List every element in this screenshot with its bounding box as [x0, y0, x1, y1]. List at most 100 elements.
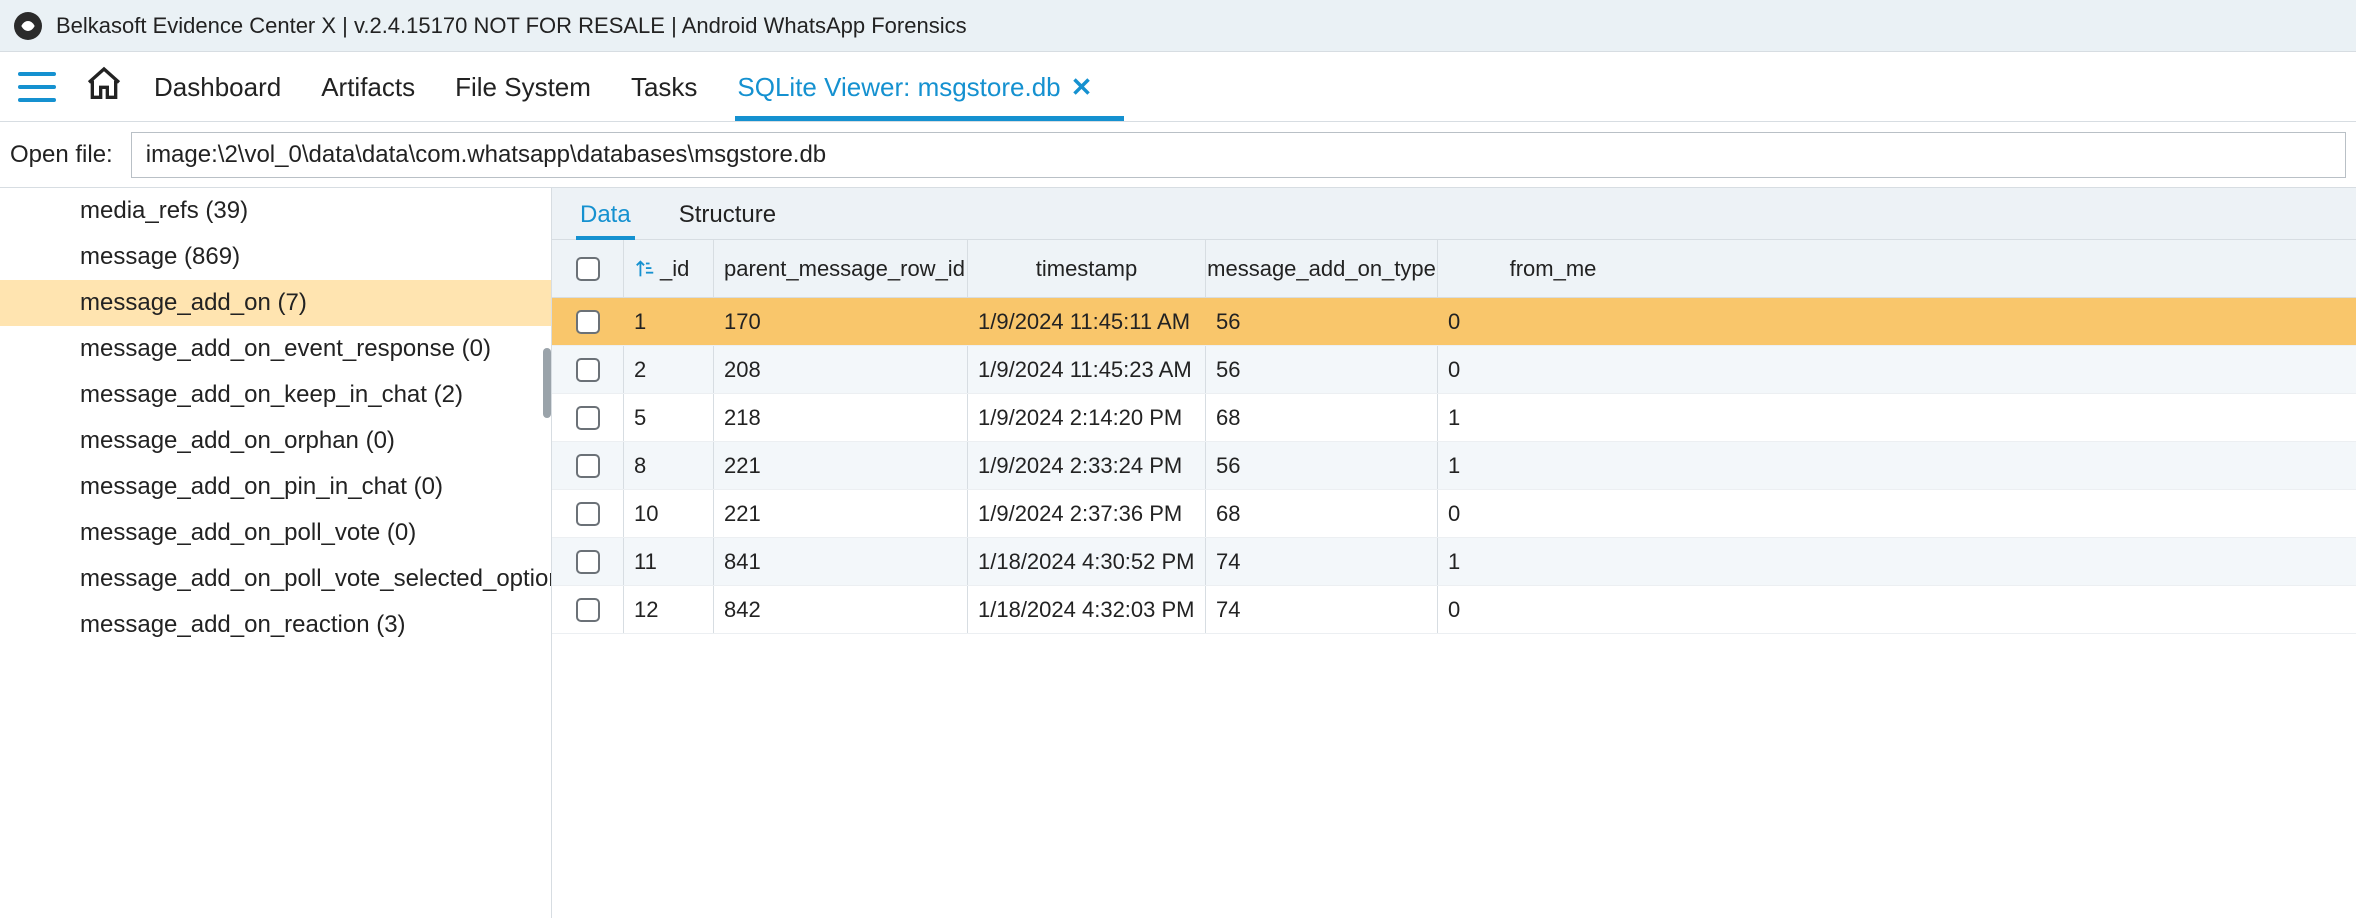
tree-item[interactable]: message_add_on (7) — [0, 280, 551, 326]
cell-message_add_on_type: 56 — [1206, 298, 1438, 345]
table-row[interactable]: 102211/9/2024 2:37:36 PM680 — [552, 490, 2356, 538]
row-checkbox[interactable] — [576, 550, 600, 574]
table-tree-sidebar[interactable]: media_refs (39)message (869)message_add_… — [0, 188, 552, 918]
scrollbar-thumb[interactable] — [543, 348, 551, 418]
tree-item-count: (869) — [177, 243, 240, 270]
cell-_id: 10 — [624, 490, 714, 537]
tree-item-count: (3) — [370, 611, 406, 638]
tree-item[interactable]: media_refs (39) — [0, 188, 551, 234]
nav-bar: Dashboard Artifacts File System Tasks SQLite… — [0, 52, 2356, 122]
col-header[interactable]: from_me — [1438, 240, 1668, 297]
cell-parent_message_row_id: 218 — [714, 394, 968, 441]
cell-timestamp: 1/9/2024 11:45:11 AM — [968, 298, 1206, 345]
tree-item-count: (0) — [407, 473, 443, 500]
cell-from_me: 0 — [1438, 298, 1668, 345]
cell-_id: 5 — [624, 394, 714, 441]
col-header-label: parent_message_row_id — [724, 256, 965, 282]
tree-item-name: message_add_on — [80, 289, 271, 316]
cell-_id: 1 — [624, 298, 714, 345]
row-checkbox-cell — [552, 490, 624, 537]
tree-item[interactable]: message_add_on_orphan (0) — [0, 418, 551, 464]
cell-timestamp: 1/18/2024 4:32:03 PM — [968, 586, 1206, 633]
tree-item-name: message_add_on_keep_in_chat — [80, 381, 427, 408]
data-grid: _id parent_message_row_idtimestampmessage… — [552, 240, 2356, 918]
cell-message_add_on_type: 74 — [1206, 538, 1438, 585]
inner-tab[interactable]: Structure — [675, 191, 780, 239]
nav-tab[interactable]: File System — [453, 56, 593, 117]
col-header-checkbox[interactable] — [552, 240, 624, 297]
col-header[interactable]: message_add_on_type — [1206, 240, 1438, 297]
open-file-input[interactable] — [131, 132, 2346, 178]
cell-message_add_on_type: 68 — [1206, 394, 1438, 441]
cell-message_add_on_type: 56 — [1206, 346, 1438, 393]
close-icon[interactable]: ✕ — [1071, 72, 1093, 102]
cell-_id: 8 — [624, 442, 714, 489]
cell-_id: 12 — [624, 586, 714, 633]
cell-timestamp: 1/9/2024 11:45:23 AM — [968, 346, 1206, 393]
cell-from_me: 1 — [1438, 442, 1668, 489]
tree-item[interactable]: message_add_on_reaction (3) — [0, 602, 551, 648]
row-checkbox[interactable] — [576, 358, 600, 382]
sort-asc-icon — [634, 258, 656, 280]
tree-item[interactable]: message_add_on_pin_in_chat (0) — [0, 464, 551, 510]
table-row[interactable]: 11701/9/2024 11:45:11 AM560 — [552, 298, 2356, 346]
col-header-label: from_me — [1510, 256, 1597, 282]
main-panel: Data Structure _id parent_message_row_idti… — [552, 188, 2356, 918]
cell-parent_message_row_id: 842 — [714, 586, 968, 633]
cell-from_me: 0 — [1438, 490, 1668, 537]
col-header[interactable]: parent_message_row_id — [714, 240, 968, 297]
tree-item[interactable]: message (869) — [0, 234, 551, 280]
cell-parent_message_row_id: 221 — [714, 442, 968, 489]
row-checkbox[interactable] — [576, 454, 600, 478]
inner-tabs: Data Structure — [552, 188, 2356, 240]
nav-tab[interactable]: Dashboard — [152, 56, 283, 117]
row-checkbox-cell — [552, 586, 624, 633]
inner-tab[interactable]: Data — [576, 191, 635, 239]
row-checkbox-cell — [552, 538, 624, 585]
cell-from_me: 0 — [1438, 346, 1668, 393]
table-row[interactable]: 128421/18/2024 4:32:03 PM740 — [552, 586, 2356, 634]
row-checkbox-cell — [552, 394, 624, 441]
nav-tab[interactable]: SQLite Viewer: msgstore.db✕ — [735, 56, 1094, 117]
menu-hamburger-icon[interactable] — [18, 72, 56, 102]
cell-timestamp: 1/9/2024 2:33:24 PM — [968, 442, 1206, 489]
open-file-label: Open file: — [10, 141, 113, 169]
col-header[interactable]: timestamp — [968, 240, 1206, 297]
row-checkbox-cell — [552, 298, 624, 345]
cell-timestamp: 1/9/2024 2:14:20 PM — [968, 394, 1206, 441]
row-checkbox[interactable] — [576, 598, 600, 622]
table-row[interactable]: 82211/9/2024 2:33:24 PM561 — [552, 442, 2356, 490]
cell-_id: 11 — [624, 538, 714, 585]
grid-header: _id parent_message_row_idtimestampmessage… — [552, 240, 2356, 298]
table-row[interactable]: 22081/9/2024 11:45:23 AM560 — [552, 346, 2356, 394]
cell-_id: 2 — [624, 346, 714, 393]
tree-item[interactable]: message_add_on_keep_in_chat (2) — [0, 372, 551, 418]
tree-item-count: (0) — [359, 427, 395, 454]
work-area: media_refs (39)message (869)message_add_… — [0, 188, 2356, 918]
row-checkbox-cell — [552, 442, 624, 489]
cell-message_add_on_type: 56 — [1206, 442, 1438, 489]
select-all-checkbox[interactable] — [576, 257, 600, 281]
open-file-bar: Open file: — [0, 122, 2356, 188]
app-logo-icon — [14, 12, 42, 40]
home-icon[interactable] — [84, 64, 124, 110]
table-row[interactable]: 118411/18/2024 4:30:52 PM741 — [552, 538, 2356, 586]
tree-item-count: (39) — [199, 197, 248, 224]
nav-tab[interactable]: Artifacts — [319, 56, 417, 117]
cell-parent_message_row_id: 221 — [714, 490, 968, 537]
tree-item-count: (0) — [455, 335, 491, 362]
col-header-label: _id — [660, 256, 689, 282]
row-checkbox[interactable] — [576, 406, 600, 430]
tree-item-count: (2) — [427, 381, 463, 408]
tree-item[interactable]: message_add_on_poll_vote (0) — [0, 510, 551, 556]
row-checkbox-cell — [552, 346, 624, 393]
tree-item[interactable]: message_add_on_poll_vote_selected_option… — [0, 556, 551, 602]
cell-from_me: 1 — [1438, 538, 1668, 585]
row-checkbox[interactable] — [576, 310, 600, 334]
nav-tab[interactable]: Tasks — [629, 56, 699, 117]
table-row[interactable]: 52181/9/2024 2:14:20 PM681 — [552, 394, 2356, 442]
cell-parent_message_row_id: 841 — [714, 538, 968, 585]
tree-item[interactable]: message_add_on_event_response (0) — [0, 326, 551, 372]
row-checkbox[interactable] — [576, 502, 600, 526]
col-header[interactable]: _id — [624, 240, 714, 297]
